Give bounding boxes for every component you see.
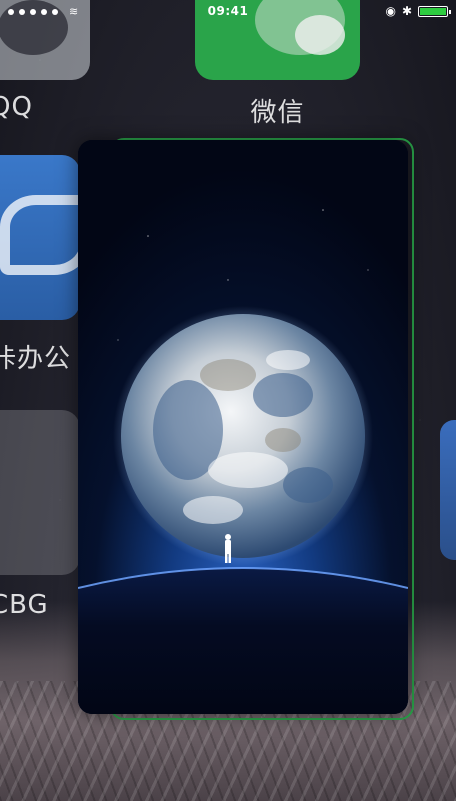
app-label: CBG — [0, 590, 49, 620]
signal-strength: ≋ — [8, 5, 78, 18]
battery-icon — [418, 5, 451, 17]
wifi-icon: ≋ — [69, 5, 79, 18]
battery-level — [420, 7, 446, 15]
bluetooth-icon: ✱ — [401, 4, 412, 18]
signal-dot-icon — [41, 8, 47, 15]
wechat-splash-screen[interactable] — [78, 140, 408, 714]
status-time: 09:41 — [207, 4, 249, 18]
status-icons: ◉ ✱ — [385, 4, 451, 18]
home-screen: ≋ 09:41 ◉ ✱ QQ 微信 咔办公 CBG — [0, 0, 456, 801]
status-bar: ≋ 09:41 ◉ ✱ — [0, 0, 456, 24]
signal-dot-icon — [30, 8, 36, 15]
earth-splash-image — [78, 140, 408, 714]
signal-dot-icon — [19, 8, 25, 15]
signal-dot-icon — [8, 8, 14, 15]
app-icon-partial[interactable] — [440, 420, 456, 560]
signal-dot-icon — [52, 8, 58, 15]
cbg-app-icon — [0, 410, 80, 575]
lock-rotation-icon: ◉ — [385, 4, 396, 18]
